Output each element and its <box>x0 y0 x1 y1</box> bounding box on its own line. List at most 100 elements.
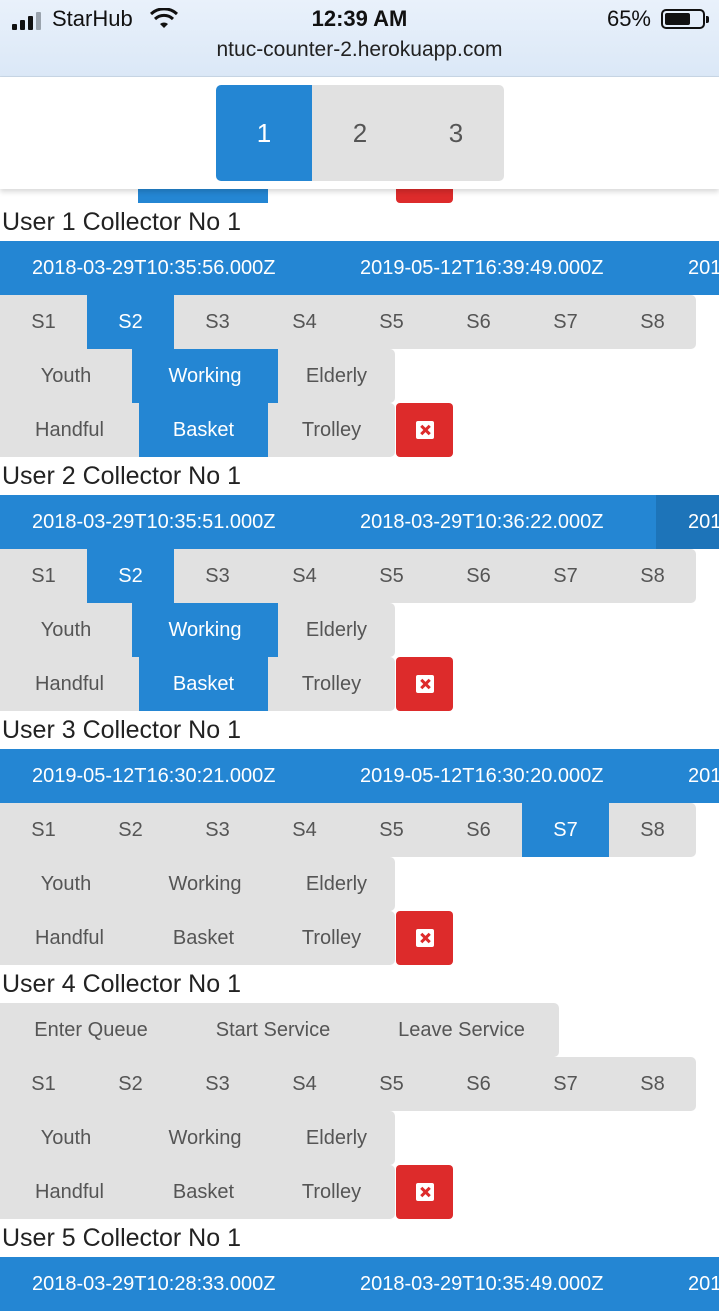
station-button-s4[interactable]: S4 <box>261 549 348 603</box>
age-youth-button[interactable]: Youth <box>0 603 132 657</box>
basket-handful-button[interactable]: Handful <box>0 911 139 965</box>
scrolled-delete-remnant <box>396 189 453 203</box>
user-title: User 3 Collector No 1 <box>2 716 241 744</box>
basket-basket-button[interactable]: Basket <box>139 1165 268 1219</box>
station-button-s8[interactable]: S8 <box>609 1057 696 1111</box>
basket-row: Handful Basket Trolley <box>0 1165 719 1219</box>
station-button-s3[interactable]: S3 <box>174 549 261 603</box>
station-button-s8[interactable]: S8 <box>609 803 696 857</box>
station-button-s7[interactable]: S7 <box>522 803 609 857</box>
address-bar[interactable]: ntuc-counter-2.herokuapp.com <box>0 38 719 62</box>
age-youth-button[interactable]: Youth <box>0 857 132 911</box>
timestamp-button[interactable]: 2019-05-12T16:39:49.000Z <box>328 241 656 295</box>
page-header: 1 2 3 <box>0 77 719 189</box>
page-tabs: 1 2 3 <box>216 85 504 181</box>
station-button-s4[interactable]: S4 <box>261 803 348 857</box>
basket-basket-button[interactable]: Basket <box>139 911 268 965</box>
tab-1[interactable]: 1 <box>216 85 312 181</box>
delete-button[interactable] <box>396 1165 453 1219</box>
age-working-button[interactable]: Working <box>132 1111 278 1165</box>
station-button-s2[interactable]: S2 <box>87 549 174 603</box>
tab-2[interactable]: 2 <box>312 85 408 181</box>
station-button-s4[interactable]: S4 <box>261 1057 348 1111</box>
station-button-s3[interactable]: S3 <box>174 1057 261 1111</box>
station-button-s8[interactable]: S8 <box>609 295 696 349</box>
timestamp-button[interactable]: 201 <box>656 241 719 295</box>
station-button-s1[interactable]: S1 <box>0 1057 87 1111</box>
basket-trolley-button[interactable]: Trolley <box>268 403 395 457</box>
basket-handful-button[interactable]: Handful <box>0 1165 139 1219</box>
basket-handful-button[interactable]: Handful <box>0 657 139 711</box>
delete-button[interactable] <box>396 911 453 965</box>
station-button-s5[interactable]: S5 <box>348 1057 435 1111</box>
age-working-button[interactable]: Working <box>132 603 278 657</box>
delete-button[interactable] <box>396 403 453 457</box>
user-title: User 5 Collector No 1 <box>2 1224 241 1252</box>
basket-basket-button[interactable]: Basket <box>139 403 268 457</box>
station-button-s4[interactable]: S4 <box>261 295 348 349</box>
timestamp-button[interactable]: 2018-03-29T10:36:22.000Z <box>328 495 656 549</box>
basket-row: Handful Basket Trolley <box>0 911 719 965</box>
browser-status-bar: StarHub 12:39 AM 65% ntuc-counter-2.hero… <box>0 0 719 77</box>
timestamp-button[interactable]: 2018-03-29T10:35:49.000Z <box>328 1257 656 1311</box>
station-button-s6[interactable]: S6 <box>435 549 522 603</box>
station-button-s6[interactable]: S6 <box>435 1057 522 1111</box>
timestamp-button[interactable]: 2019-05-12T16:30:21.000Z <box>0 749 328 803</box>
station-button-s5[interactable]: S5 <box>348 803 435 857</box>
station-button-s7[interactable]: S7 <box>522 1057 609 1111</box>
age-elderly-button[interactable]: Elderly <box>278 603 395 657</box>
delete-button[interactable] <box>396 657 453 711</box>
station-button-s2[interactable]: S2 <box>87 803 174 857</box>
station-button-s3[interactable]: S3 <box>174 803 261 857</box>
user-card: User 2 Collector No 1 2018-03-29T10:35:5… <box>0 457 719 711</box>
station-button-s1[interactable]: S1 <box>0 803 87 857</box>
close-square-icon <box>415 421 434 439</box>
start-service-button[interactable]: Start Service <box>182 1003 364 1057</box>
basket-row: Handful Basket Trolley <box>0 403 719 457</box>
user-card: User 3 Collector No 1 2019-05-12T16:30:2… <box>0 711 719 965</box>
timestamp-button[interactable]: 2018-03-29T10:28:33.000Z <box>0 1257 328 1311</box>
station-button-s8[interactable]: S8 <box>609 549 696 603</box>
timestamp-button[interactable]: 201 <box>656 495 719 549</box>
basket-handful-button[interactable]: Handful <box>0 403 139 457</box>
timestamp-row: 2018-03-29T10:35:51.000Z 2018-03-29T10:3… <box>0 495 719 549</box>
basket-trolley-button[interactable]: Trolley <box>268 657 395 711</box>
scrolled-row-remnant <box>138 189 268 203</box>
age-row: Youth Working Elderly <box>0 857 395 911</box>
station-button-s1[interactable]: S1 <box>0 295 87 349</box>
basket-trolley-button[interactable]: Trolley <box>268 911 395 965</box>
station-button-s2[interactable]: S2 <box>87 295 174 349</box>
leave-service-button[interactable]: Leave Service <box>364 1003 559 1057</box>
station-button-s7[interactable]: S7 <box>522 549 609 603</box>
user-card: User 4 Collector No 1 Enter Queue Start … <box>0 965 719 1219</box>
enter-queue-button[interactable]: Enter Queue <box>0 1003 182 1057</box>
timestamp-button[interactable]: 201 <box>656 749 719 803</box>
timestamp-button[interactable]: 2018-03-29T10:35:56.000Z <box>0 241 328 295</box>
station-button-s3[interactable]: S3 <box>174 295 261 349</box>
tab-3[interactable]: 3 <box>408 85 504 181</box>
age-youth-button[interactable]: Youth <box>0 349 132 403</box>
timestamp-row: 2018-03-29T10:35:56.000Z 2019-05-12T16:3… <box>0 241 719 295</box>
age-elderly-button[interactable]: Elderly <box>278 1111 395 1165</box>
timestamp-button[interactable]: 2019-05-12T16:30:20.000Z <box>328 749 656 803</box>
timestamp-button[interactable]: 201 <box>656 1257 719 1311</box>
station-button-s7[interactable]: S7 <box>522 295 609 349</box>
station-button-s2[interactable]: S2 <box>87 1057 174 1111</box>
age-working-button[interactable]: Working <box>132 349 278 403</box>
age-elderly-button[interactable]: Elderly <box>278 349 395 403</box>
station-button-s5[interactable]: S5 <box>348 295 435 349</box>
age-youth-button[interactable]: Youth <box>0 1111 132 1165</box>
station-button-s6[interactable]: S6 <box>435 803 522 857</box>
age-elderly-button[interactable]: Elderly <box>278 857 395 911</box>
station-button-s6[interactable]: S6 <box>435 295 522 349</box>
age-working-button[interactable]: Working <box>132 857 278 911</box>
basket-basket-button[interactable]: Basket <box>139 657 268 711</box>
station-button-s1[interactable]: S1 <box>0 549 87 603</box>
close-square-icon <box>415 929 434 947</box>
queue-actions-row: Enter Queue Start Service Leave Service <box>0 1003 559 1057</box>
basket-trolley-button[interactable]: Trolley <box>268 1165 395 1219</box>
close-square-icon <box>415 1183 434 1201</box>
close-square-icon <box>415 675 434 693</box>
timestamp-button[interactable]: 2018-03-29T10:35:51.000Z <box>0 495 328 549</box>
station-button-s5[interactable]: S5 <box>348 549 435 603</box>
